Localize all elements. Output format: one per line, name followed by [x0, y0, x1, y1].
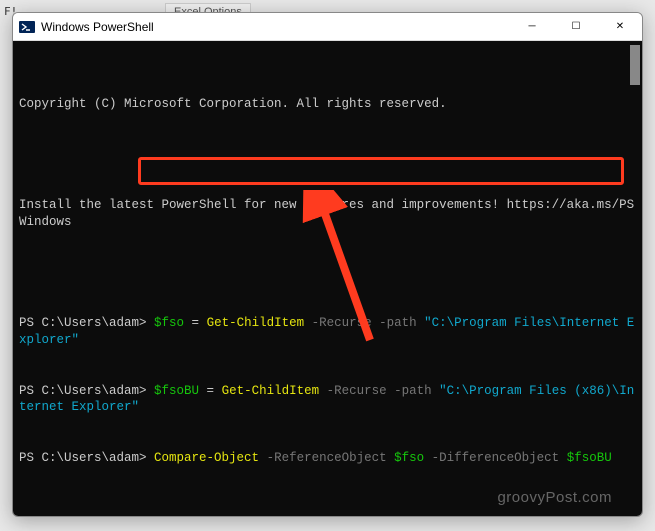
window-title: Windows PowerShell: [41, 20, 510, 34]
command-line-1: PS C:\Users\adam> $fso = Get-ChildItem -…: [19, 315, 636, 349]
powershell-icon: [19, 19, 35, 35]
powershell-window: Windows PowerShell ─ ☐ ✕ Copyright (C) M…: [12, 12, 643, 517]
command-line-3: PS C:\Users\adam> Compare-Object -Refere…: [19, 450, 636, 467]
close-button[interactable]: ✕: [598, 13, 642, 40]
minimize-button[interactable]: ─: [510, 13, 554, 40]
copyright-line: Copyright (C) Microsoft Corporation. All…: [19, 96, 636, 113]
terminal-content[interactable]: Copyright (C) Microsoft Corporation. All…: [13, 41, 642, 516]
titlebar[interactable]: Windows PowerShell ─ ☐ ✕: [13, 13, 642, 41]
command-line-2: PS C:\Users\adam> $fsoBU = Get-ChildItem…: [19, 383, 636, 417]
maximize-button[interactable]: ☐: [554, 13, 598, 40]
scrollbar-thumb[interactable]: [630, 45, 640, 85]
watermark-text: groovyPost.com: [497, 488, 612, 508]
window-controls: ─ ☐ ✕: [510, 13, 642, 40]
install-msg-line: Install the latest PowerShell for new fe…: [19, 197, 636, 231]
